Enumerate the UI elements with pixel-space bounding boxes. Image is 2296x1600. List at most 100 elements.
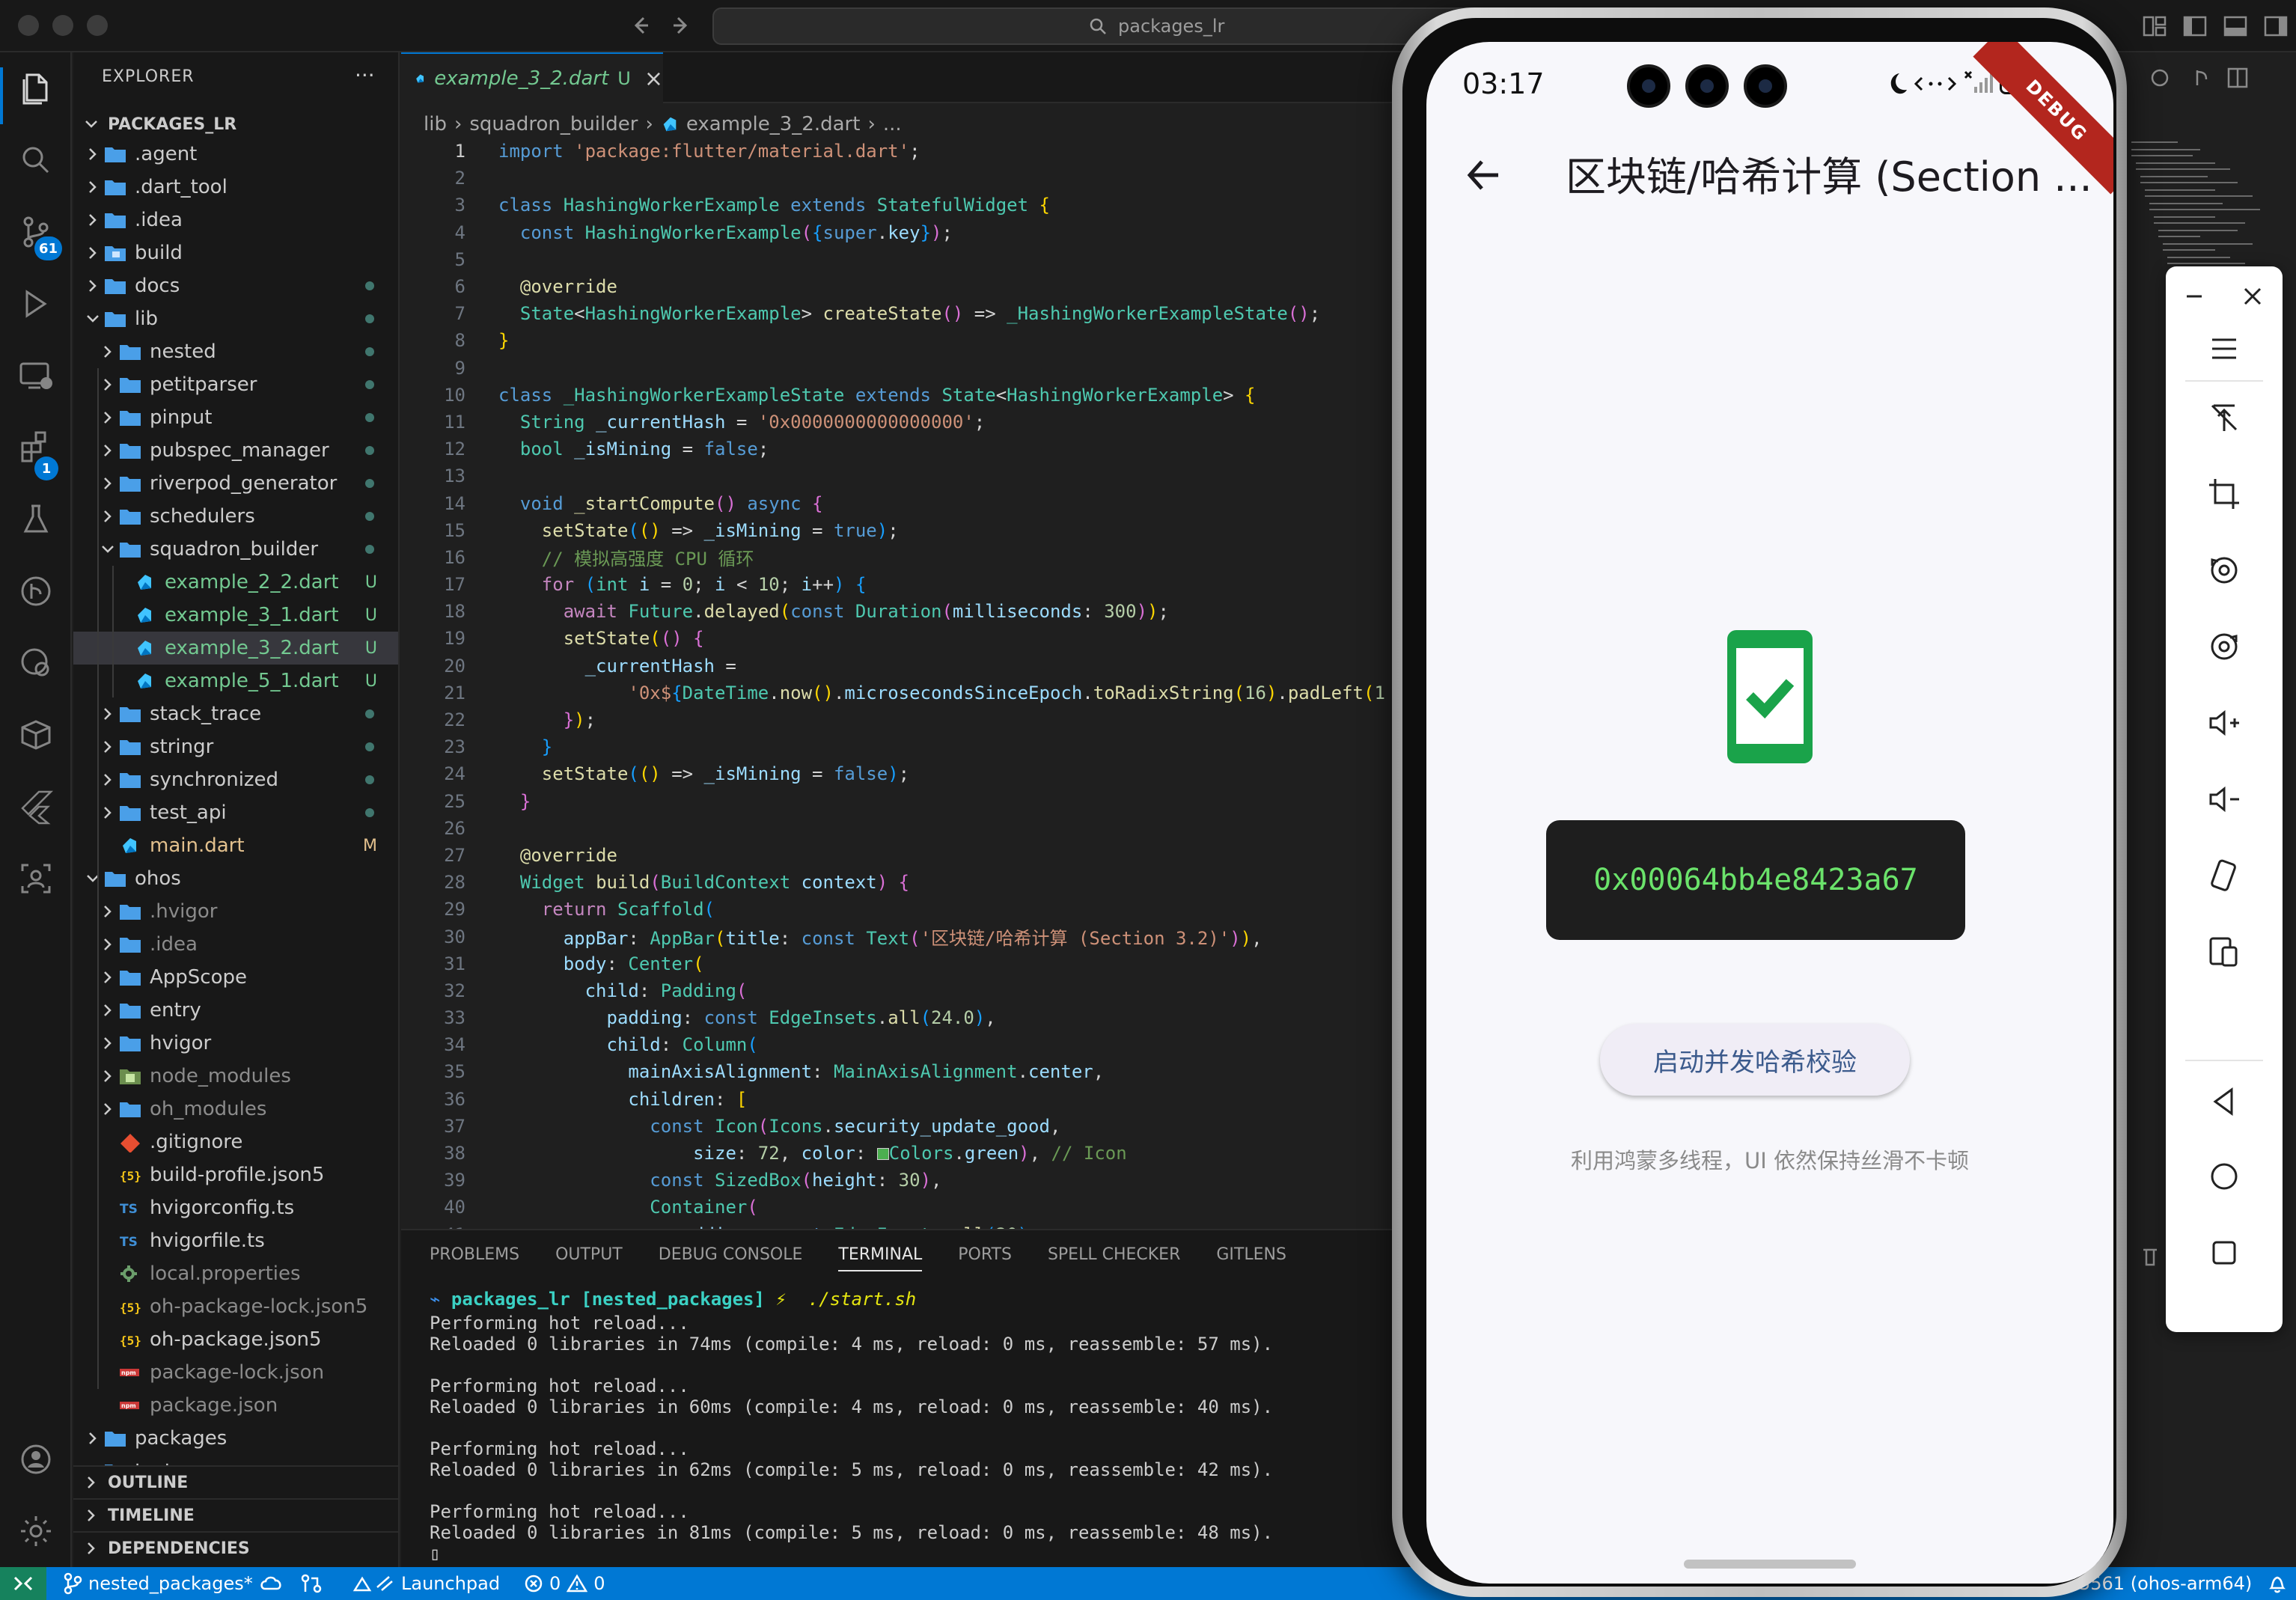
file-item[interactable]: TS hvigorfile.ts [73, 1224, 398, 1257]
code-line[interactable]: 17 for (int i = 0; i < 10; i++) { [401, 571, 1449, 598]
folder-item[interactable]: nested [73, 335, 398, 368]
forward-arrow-icon[interactable] [666, 10, 696, 40]
dependencies-section[interactable]: DEPENDENCIES [73, 1531, 398, 1564]
code-line[interactable]: 37 const Icon(Icons.security_update_good… [401, 1113, 1449, 1140]
close-icon[interactable] [2233, 277, 2272, 316]
git-branch-status[interactable]: nested_packages* [63, 1567, 284, 1600]
code-line[interactable]: 38 size: 72, color: Colors.green), // Ic… [401, 1140, 1449, 1167]
code-line[interactable]: 4 const HashingWorkerExample({super.key}… [401, 219, 1449, 246]
code-line[interactable]: 5 [401, 246, 1449, 273]
code-line[interactable]: 31 body: Center( [401, 950, 1449, 977]
folder-item[interactable]: entry [73, 994, 398, 1027]
folder-item[interactable]: test_api [73, 796, 398, 829]
code-line[interactable]: 34 child: Column( [401, 1031, 1449, 1058]
folder-item[interactable]: oh_modules [73, 1093, 398, 1126]
breadcrumb-item[interactable]: squadron_builder [469, 113, 638, 135]
file-item[interactable]: example_3_1.dart U [73, 599, 398, 632]
remote-explorer-icon[interactable] [16, 356, 55, 395]
folder-item[interactable]: riverpod_generator [73, 467, 398, 500]
nav-home-icon[interactable] [2205, 1157, 2244, 1196]
screenshot-icon[interactable] [2205, 627, 2244, 666]
file-item[interactable]: npm package.json [73, 1389, 398, 1422]
volume-down-icon[interactable] [2205, 780, 2244, 819]
tab-problems[interactable]: PROBLEMS [430, 1245, 519, 1271]
device-status[interactable]: 5561 (ohos-arm64) [2079, 1567, 2252, 1600]
pin-off-icon[interactable] [2205, 398, 2244, 437]
folder-item[interactable]: petitparser [73, 368, 398, 401]
code-line[interactable]: 27 @override [401, 842, 1449, 869]
file-item[interactable]: example_2_2.dart U [73, 566, 398, 599]
code-line[interactable]: 40 Container( [401, 1194, 1449, 1221]
code-line[interactable]: 24 setState(() => _isMining = false); [401, 760, 1449, 787]
code-line[interactable]: 3 class HashingWorkerExample extends Stat… [401, 192, 1449, 219]
fold-device-icon[interactable] [2205, 932, 2244, 971]
settings-gear-icon[interactable] [16, 1512, 55, 1551]
code-line[interactable]: 16 // 模拟高强度 CPU 循环 [401, 544, 1449, 571]
folder-item[interactable]: squadron_builder [73, 533, 398, 566]
folder-item[interactable]: AppScope [73, 961, 398, 994]
code-line[interactable]: 22 }); [401, 706, 1449, 733]
code-line[interactable]: 25 } [401, 788, 1449, 815]
crop-icon[interactable] [2205, 474, 2244, 513]
file-item[interactable]: example_3_2.dart U [73, 632, 398, 665]
account-icon[interactable] [16, 1440, 55, 1479]
code-line[interactable]: 32 child: Padding( [401, 977, 1449, 1004]
rotate-icon[interactable] [2205, 551, 2244, 590]
folder-item[interactable]: docs [73, 269, 398, 302]
code-line[interactable]: 20 _currentHash = [401, 653, 1449, 680]
gitlens-inspect-icon[interactable] [16, 644, 55, 683]
folder-item[interactable]: stringr [73, 730, 398, 763]
menu-icon[interactable] [2205, 329, 2244, 368]
file-item[interactable]: example_5_1.dart U [73, 665, 398, 697]
folder-item[interactable]: .dart_tool [73, 171, 398, 204]
code-line[interactable]: 28 Widget build(BuildContext context) { [401, 869, 1449, 896]
remote-indicator[interactable] [0, 1567, 46, 1600]
code-line[interactable]: 14 void _startCompute() async { [401, 489, 1449, 516]
tab-terminal[interactable]: TERMINAL [838, 1245, 923, 1271]
code-line[interactable]: 26 [401, 815, 1449, 842]
tab-spell-checker[interactable]: SPELL CHECKER [1048, 1245, 1180, 1271]
code-line[interactable]: 23 } [401, 733, 1449, 760]
code-line[interactable]: 35 mainAxisAlignment: MainAxisAlignment.… [401, 1058, 1449, 1085]
folder-item[interactable]: build [73, 236, 398, 269]
file-item[interactable]: npm package-lock.json [73, 1356, 398, 1389]
folder-item[interactable]: ohos [73, 862, 398, 895]
code-line[interactable]: 19 setState(() { [401, 625, 1449, 652]
terminal[interactable]: ⌁ packages_lr [nested_packages] ⚡ ./star… [430, 1289, 1273, 1564]
problems-status[interactable]: 0 0 [524, 1567, 605, 1600]
code-line[interactable]: 12 bool _isMining = false; [401, 436, 1449, 462]
code-line[interactable]: 11 String _currentHash = '0x000000000000… [401, 409, 1449, 436]
code-line[interactable]: 30 appBar: AppBar(title: const Text('区块链… [401, 923, 1449, 950]
code-line[interactable]: 6 @override [401, 273, 1449, 300]
tab-example-3-2[interactable]: example_3_2.dart U × [401, 52, 663, 103]
folder-item[interactable]: lib [73, 302, 398, 335]
explorer-files-icon[interactable] [16, 69, 55, 108]
code-line[interactable]: 8} [401, 327, 1449, 354]
folder-item[interactable]: pinput [73, 401, 398, 434]
nav-recents-icon[interactable] [2205, 1233, 2244, 1272]
code-line[interactable]: 10 class _HashingWorkerExampleState exten… [401, 382, 1449, 409]
folder-item[interactable]: packages [73, 1422, 398, 1455]
breadcrumb-item[interactable]: example_3_2.dart [686, 113, 861, 135]
code-line[interactable]: 15 setState(() => _isMining = true); [401, 517, 1449, 544]
folder-item[interactable]: schedulers [73, 500, 398, 533]
customize-layout-icon[interactable] [2142, 13, 2167, 39]
file-item[interactable]: {5} oh-package-lock.json5 [73, 1290, 398, 1323]
zoom-window-button[interactable] [87, 15, 108, 36]
toggle-sidebar-icon[interactable] [2182, 13, 2208, 39]
folder-item[interactable]: .idea [73, 204, 398, 236]
close-window-button[interactable] [18, 15, 39, 36]
code-line[interactable]: 36 children: [ [401, 1086, 1449, 1113]
code-editor[interactable]: 1 import 'package:flutter/material.dart';… [401, 138, 1449, 1230]
minimize-icon[interactable] [2175, 277, 2214, 316]
volume-up-icon[interactable] [2205, 703, 2244, 742]
launchpad-status[interactable]: Launchpad [352, 1567, 500, 1600]
code-line[interactable]: 1 import 'package:flutter/material.dart'; [401, 138, 1449, 165]
breadcrumb-item[interactable]: ... [883, 113, 902, 135]
file-item[interactable]: {5} oh-package.json5 [73, 1323, 398, 1356]
home-indicator[interactable] [1684, 1560, 1856, 1569]
code-line[interactable]: 13 [401, 462, 1449, 489]
code-line[interactable]: 29 return Scaffold( [401, 896, 1449, 923]
tab-debug-console[interactable]: DEBUG CONSOLE [659, 1245, 803, 1271]
code-line[interactable]: 18 await Future.delayed(const Duration(m… [401, 598, 1449, 625]
